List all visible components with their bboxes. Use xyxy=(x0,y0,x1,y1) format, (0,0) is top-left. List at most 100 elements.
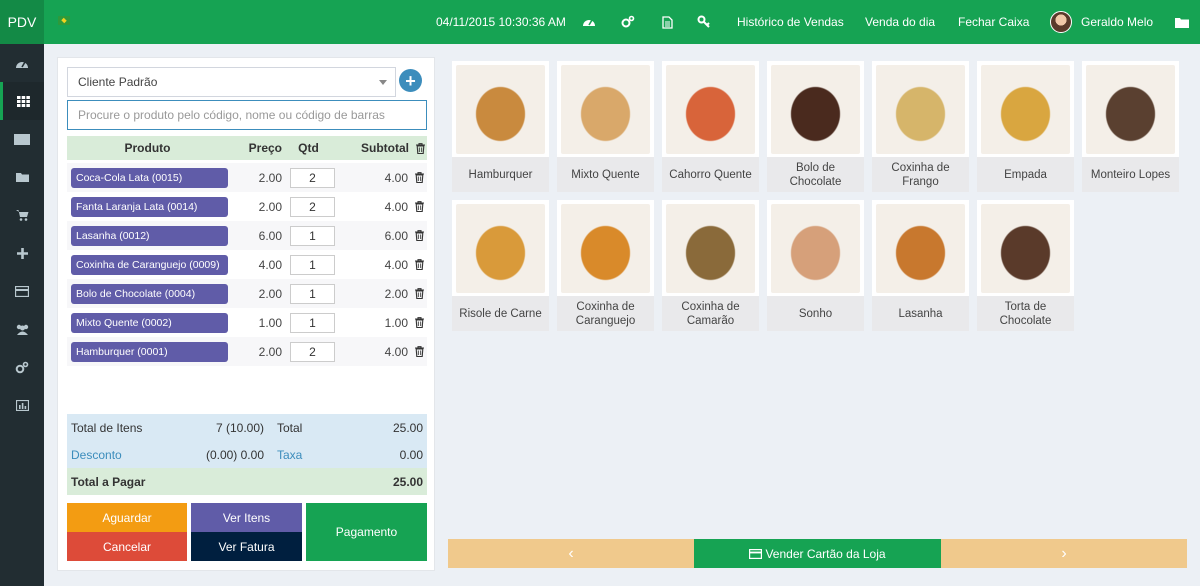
quantity-input[interactable] xyxy=(290,312,335,333)
sidebar-item-cart[interactable] xyxy=(0,196,44,234)
product-pager: ‹ Vender Cartão da Loja › xyxy=(448,539,1187,568)
product-tile[interactable]: Cahorro Quente xyxy=(662,61,759,192)
fechar-caixa-link[interactable]: Fechar Caixa xyxy=(958,0,1029,44)
quantity-input[interactable] xyxy=(290,196,335,217)
column-subtotal: Subtotal xyxy=(361,141,409,155)
next-page-button[interactable]: › xyxy=(941,539,1187,568)
product-search-input[interactable] xyxy=(67,100,427,130)
quantity-input[interactable] xyxy=(290,283,335,304)
historico-vendas-link[interactable]: Histórico de Vendas xyxy=(737,0,844,44)
product-price: 1.00 xyxy=(258,315,282,330)
pagamento-button[interactable]: Pagamento xyxy=(306,503,427,561)
product-image xyxy=(456,204,545,293)
product-tile[interactable]: Coxinha de Frango xyxy=(872,61,969,192)
ver-itens-button[interactable]: Ver Itens xyxy=(191,503,302,532)
product-tile[interactable]: Lasanha xyxy=(872,200,969,331)
trash-icon xyxy=(414,172,424,183)
product-label: Coxinha de Frango xyxy=(872,157,969,192)
product-name-button[interactable]: Lasanha (0012) xyxy=(71,225,228,246)
add-customer-button[interactable]: + xyxy=(399,69,422,92)
sidebar-item-pos[interactable] xyxy=(0,82,44,120)
table-row: Coxinha de Caranguejo (0009) 4.00 4.00 xyxy=(67,250,427,279)
customer-select[interactable]: Cliente Padrão xyxy=(67,67,396,97)
product-image xyxy=(666,65,755,154)
top-bar: PDV 04/11/2015 10:30:36 AM Histórico de … xyxy=(0,0,1200,44)
remove-item-button[interactable] xyxy=(412,346,426,357)
product-name-button[interactable]: Hamburquer (0001) xyxy=(71,341,228,362)
venda-do-dia-link[interactable]: Venda do dia xyxy=(865,0,935,44)
product-tile[interactable]: Hamburquer xyxy=(452,61,549,192)
folder-link[interactable] xyxy=(1175,0,1189,44)
product-name-button[interactable]: Coxinha de Caranguejo (0009) xyxy=(71,254,228,275)
remove-item-button[interactable] xyxy=(412,259,426,270)
trash-icon xyxy=(414,346,424,357)
trash-icon xyxy=(414,201,424,212)
product-tile[interactable]: Coxinha de Caranguejo xyxy=(557,200,654,331)
remove-item-button[interactable] xyxy=(412,201,426,212)
product-tile[interactable]: Mixto Quente xyxy=(557,61,654,192)
quantity-input[interactable] xyxy=(290,341,335,362)
chevron-left-icon: ‹ xyxy=(568,544,574,562)
quantity-input[interactable] xyxy=(290,225,335,246)
vender-cartao-loja-button[interactable]: Vender Cartão da Loja xyxy=(694,539,941,568)
product-name-button[interactable]: Mixto Quente (0002) xyxy=(71,312,228,333)
trash-icon xyxy=(414,259,424,270)
sidebar-item-folder[interactable] xyxy=(0,158,44,196)
cancelar-button[interactable]: Cancelar xyxy=(67,532,187,561)
desconto-link[interactable]: Desconto xyxy=(67,448,167,462)
user-menu[interactable]: Geraldo Melo xyxy=(1050,0,1153,44)
product-tile[interactable]: Torta de Chocolate xyxy=(977,200,1074,331)
app-brand[interactable]: PDV xyxy=(0,0,44,44)
table-row: Coca-Cola Lata (0015) 2.00 4.00 xyxy=(67,163,427,192)
sidebar-item-reports[interactable] xyxy=(0,386,44,424)
totals-row-pay: Total a Pagar 25.00 xyxy=(67,468,427,495)
customer-select-value: Cliente Padrão xyxy=(78,75,158,89)
sidebar-item-settings[interactable] xyxy=(0,348,44,386)
product-name-button[interactable]: Fanta Laranja Lata (0014) xyxy=(71,196,228,217)
barcode-icon xyxy=(14,133,30,145)
previous-page-button[interactable]: ‹ xyxy=(448,539,694,568)
product-subtotal: 4.00 xyxy=(384,344,408,359)
total-value: 25.00 xyxy=(392,420,423,435)
key-link[interactable] xyxy=(697,0,711,44)
sidebar-item-payments[interactable] xyxy=(0,272,44,310)
quantity-input[interactable] xyxy=(290,254,335,275)
table-row: Lasanha (0012) 6.00 6.00 xyxy=(67,221,427,250)
total-itens-value: 7 (10.00) xyxy=(215,420,264,435)
clear-all-button[interactable] xyxy=(413,142,427,154)
sidebar-item-add[interactable] xyxy=(0,234,44,272)
sidebar-item-barcode[interactable] xyxy=(0,120,44,158)
vender-cartao-loja-label: Vender Cartão da Loja xyxy=(765,546,886,561)
brazil-flag-icon[interactable] xyxy=(58,16,70,25)
quantity-input[interactable] xyxy=(290,167,335,188)
product-name-button[interactable]: Coca-Cola Lata (0015) xyxy=(71,167,228,188)
chart-icon xyxy=(15,399,29,411)
sidebar-item-dashboard[interactable] xyxy=(0,44,44,82)
remove-item-button[interactable] xyxy=(412,230,426,241)
product-tile[interactable]: Bolo de Chocolate xyxy=(767,61,864,192)
product-tile[interactable]: Monteiro Lopes xyxy=(1082,61,1179,192)
trash-icon xyxy=(414,317,424,328)
trash-icon xyxy=(414,230,424,241)
product-label: Monteiro Lopes xyxy=(1082,157,1179,192)
remove-item-button[interactable] xyxy=(412,288,426,299)
remove-item-button[interactable] xyxy=(412,317,426,328)
total-pagar-label: Total a Pagar xyxy=(71,474,146,489)
product-tile[interactable]: Coxinha de Camarão xyxy=(662,200,759,331)
aguardar-button[interactable]: Aguardar xyxy=(67,503,187,532)
dashboard-link[interactable] xyxy=(582,0,596,44)
product-tile[interactable]: Empada xyxy=(977,61,1074,192)
taxa-link[interactable]: Taxa xyxy=(264,448,324,462)
product-price: 2.00 xyxy=(258,286,282,301)
remove-item-button[interactable] xyxy=(412,172,426,183)
document-link[interactable] xyxy=(660,0,674,44)
table-row: Mixto Quente (0002) 1.00 1.00 xyxy=(67,308,427,337)
ver-fatura-button[interactable]: Ver Fatura xyxy=(191,532,302,561)
product-tile[interactable]: Sonho xyxy=(767,200,864,331)
column-produto: Produto xyxy=(124,141,171,155)
product-name-button[interactable]: Bolo de Chocolate (0004) xyxy=(71,283,228,304)
product-tile[interactable]: Risole de Carne xyxy=(452,200,549,331)
sidebar-item-users[interactable] xyxy=(0,310,44,348)
settings-link[interactable] xyxy=(621,0,635,44)
folder-icon xyxy=(15,173,29,182)
